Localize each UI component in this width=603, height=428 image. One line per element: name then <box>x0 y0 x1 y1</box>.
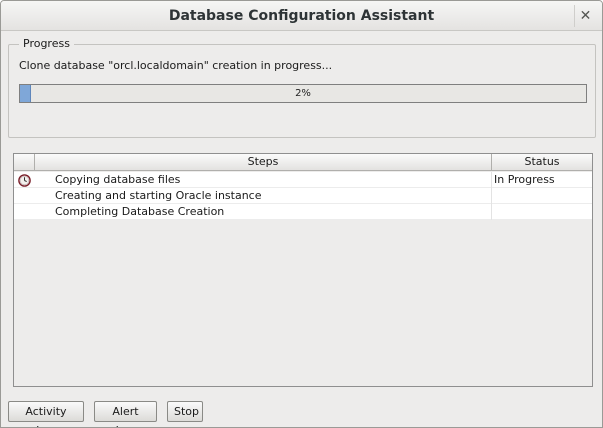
dialog-content: Progress Clone database "orcl.localdomai… <box>1 32 602 427</box>
close-icon: ✕ <box>579 8 592 24</box>
window-title: Database Configuration Assistant <box>168 8 435 24</box>
table-row[interactable]: Creating and starting Oracle instance <box>14 188 592 204</box>
table-row[interactable]: Completing Database Creation <box>14 204 592 220</box>
step-name: Completing Database Creation <box>35 204 492 220</box>
step-name: Creating and starting Oracle instance <box>35 188 492 204</box>
dbca-window: Database Configuration Assistant ✕ Progr… <box>0 0 603 428</box>
steps-column-header[interactable]: Steps <box>35 154 492 171</box>
icon-column-header[interactable] <box>14 154 35 171</box>
step-status <box>492 188 592 204</box>
table-row[interactable]: Copying database files In Progress <box>14 172 592 188</box>
progress-legend: Progress <box>19 37 74 50</box>
progress-group: Progress Clone database "orcl.localdomai… <box>8 37 596 138</box>
activity-log-button[interactable]: Activity Log <box>8 401 84 427</box>
close-button[interactable]: ✕ <box>574 5 596 27</box>
row-icon-cell <box>14 204 35 220</box>
status-column-header[interactable]: Status <box>492 154 592 171</box>
title-bar[interactable]: Database Configuration Assistant ✕ <box>1 1 602 31</box>
progress-percent-label: 2% <box>295 88 311 99</box>
progress-message: Clone database "orcl.localdomain" creati… <box>19 59 333 72</box>
alert-log-button[interactable]: Alert Log <box>94 401 157 427</box>
step-name: Copying database files <box>35 172 492 188</box>
stop-button[interactable]: Stop <box>167 401 203 422</box>
clock-icon <box>18 173 31 187</box>
row-icon-cell <box>14 172 35 188</box>
row-icon-cell <box>14 188 35 204</box>
steps-table-body: Copying database files In Progress Creat… <box>14 172 592 220</box>
progress-bar: 2% <box>19 84 587 103</box>
steps-table-header: Steps Status <box>14 154 592 171</box>
step-status: In Progress <box>494 173 555 186</box>
button-bar: Activity Log Alert Log Stop <box>8 401 203 427</box>
steps-table: Steps Status Copying database files In P… <box>13 153 593 387</box>
step-status <box>492 204 592 220</box>
